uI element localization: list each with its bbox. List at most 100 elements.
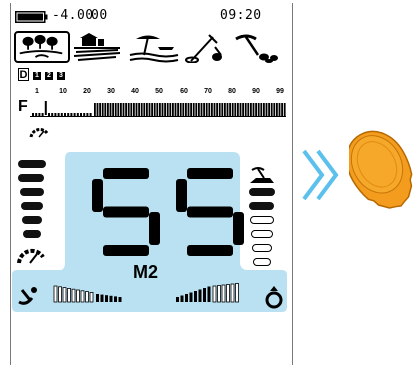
signal-bar-right: [194, 291, 197, 302]
scale-segment: [143, 103, 146, 116]
signal-bar-left: [67, 287, 71, 303]
scale-segment: [80, 113, 82, 116]
scale-segment: [224, 103, 226, 116]
scale-segment: [172, 103, 174, 116]
scale-tick-label: 50: [155, 88, 163, 95]
scale-segment: [151, 103, 153, 116]
scale-segment: [211, 103, 213, 116]
discrimination-item[interactable]: 3: [57, 72, 65, 80]
scale-segment: [125, 103, 127, 116]
scale-segment: [140, 103, 143, 116]
depth-bar: [20, 188, 44, 196]
clock: 09:20: [220, 8, 262, 23]
depth-gauge-icon: [17, 248, 45, 264]
signal-bar-left: [85, 291, 89, 303]
scale-segment: [109, 103, 112, 116]
scale-segment: [70, 113, 73, 116]
signal-bar-left: [118, 297, 122, 302]
scale-segment: [161, 103, 164, 116]
scale-tick-label: 20: [83, 88, 91, 95]
scale-segment: [257, 103, 260, 116]
scale-tick-label: 1: [35, 88, 39, 95]
scale-segment: [120, 103, 122, 116]
discrimination-item[interactable]: 1: [33, 72, 41, 80]
scale-segment: [96, 103, 99, 116]
scale-segment: [51, 113, 54, 116]
digit-segment: [103, 168, 149, 179]
scale-segment: [99, 103, 101, 116]
scale-segment: [192, 103, 195, 116]
signal-bar: [252, 244, 272, 252]
scale-segment: [174, 103, 177, 116]
digit-segment: [149, 212, 160, 245]
scale-segment: [101, 103, 104, 116]
scale-segment: [283, 103, 286, 116]
metal-detector-icon[interactable]: [185, 33, 227, 63]
signal-bar-right: [189, 292, 193, 302]
scale-segment: [41, 113, 44, 116]
scale-segment: [200, 103, 203, 116]
scale-segment: [104, 103, 107, 116]
scale-segment: [146, 103, 148, 116]
scale-segment: [205, 103, 208, 116]
scale-segment: [35, 113, 38, 116]
scale-segment: [89, 113, 92, 116]
depth-bar: [18, 160, 46, 168]
scale-tick-label: 10: [59, 88, 67, 95]
scale-segment: [67, 113, 70, 116]
scale-segment: [117, 103, 120, 116]
signal-bar: [253, 258, 271, 266]
signal-bar-left: [96, 294, 99, 302]
scale-segment: [182, 103, 185, 116]
bottle-cap-icon: [349, 130, 413, 209]
scale-segment: [216, 103, 218, 116]
scale-segment: [177, 103, 179, 116]
sensitivity-gauge-icon: [29, 128, 49, 138]
field-icon[interactable]: [72, 33, 122, 63]
signal-bar-left: [89, 291, 94, 303]
scale-segment: [164, 103, 166, 116]
scale-segment: [276, 103, 278, 116]
scale-segment: [187, 103, 190, 116]
scale-segment: [213, 103, 216, 116]
scale-segment: [226, 103, 229, 116]
scale-segment: [32, 113, 34, 116]
scale-segment: [48, 113, 50, 116]
scale-segment: [270, 103, 273, 116]
scale-segment: [185, 103, 187, 116]
scale-segment: [83, 113, 86, 116]
discrimination-item[interactable]: 2: [45, 72, 53, 80]
scale-segment: [237, 103, 239, 116]
signal-bar-left: [105, 295, 108, 302]
signal-bar-right: [212, 285, 217, 303]
signal-bar-right: [207, 286, 211, 302]
scale-segment: [86, 113, 89, 116]
scale-segment: [38, 113, 41, 116]
scale-segment: [54, 113, 57, 116]
depth-bar: [22, 216, 42, 224]
scale-segment: [73, 113, 76, 116]
signal-bar-right: [176, 297, 179, 302]
signal-bar-left: [80, 290, 85, 303]
beach-icon[interactable]: [128, 33, 180, 63]
scale-segment: [239, 103, 242, 116]
scale-segment: [60, 113, 63, 116]
scale-tick-label: 40: [131, 88, 139, 95]
scale-segment: [250, 103, 252, 116]
signal-bar: [249, 188, 275, 196]
signal-bar-left: [114, 296, 117, 302]
signal-bar-left: [53, 285, 58, 303]
scale-segment: [159, 103, 161, 116]
pickaxe-icon[interactable]: [232, 33, 280, 63]
scale-segment: [107, 103, 109, 116]
scale-segment: [218, 103, 221, 116]
signal-bar: [250, 216, 274, 224]
scale-segment: [203, 103, 205, 116]
tone-readout: 00: [91, 8, 108, 23]
scale-segment: [265, 103, 268, 116]
discrimination-label: D: [18, 68, 29, 81]
mode-park[interactable]: [14, 31, 70, 63]
scale-segment: [229, 103, 231, 116]
scale-segment: [114, 103, 117, 116]
iron-icon: [18, 287, 37, 305]
